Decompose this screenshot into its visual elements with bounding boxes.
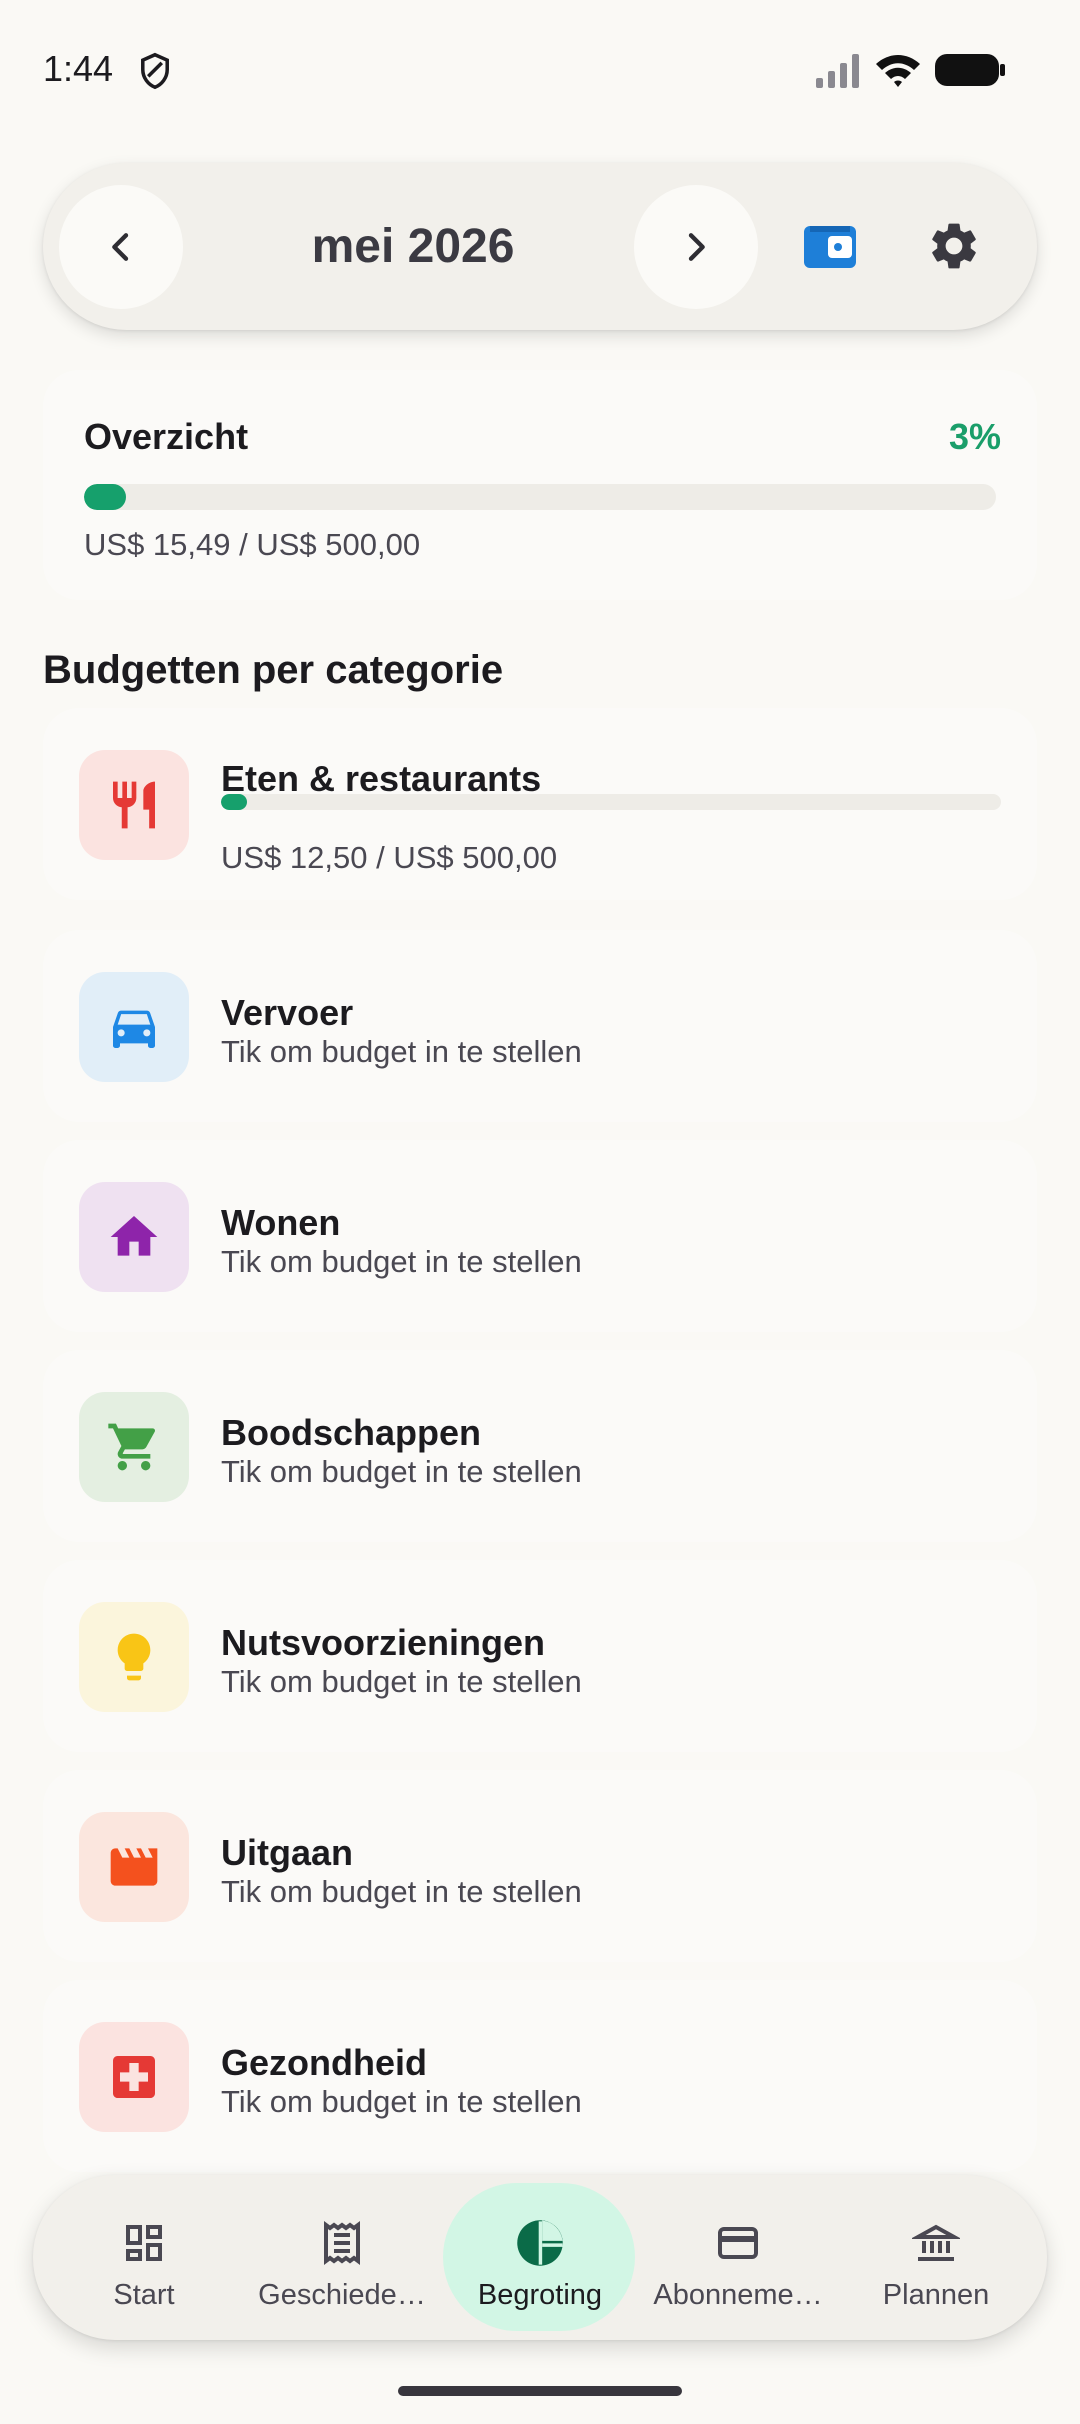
chevron-right-icon [688, 233, 705, 261]
overview-card[interactable]: Overzicht 3% US$ 15,49 / US$ 500,00 [43, 370, 1037, 600]
shield-icon [141, 52, 169, 90]
nav-label: Begroting [477, 2279, 603, 2311]
medical-cross-icon [113, 2056, 155, 2098]
category-name: Wonen [221, 1202, 341, 1243]
nav-label: Geschiede… [258, 2279, 426, 2311]
pie-chart-icon [514, 2217, 566, 2269]
category-subtitle: Tik om budget in te stellen [221, 2084, 582, 2119]
wifi-icon [876, 55, 920, 87]
overview-percent: 3% [948, 416, 1001, 457]
category-subtitle: Tik om budget in te stellen [221, 1454, 582, 1489]
previous-month-button[interactable] [59, 185, 183, 309]
nav-item-budget[interactable]: Begroting [441, 2175, 639, 2340]
category-item-groceries[interactable]: Boodschappen Tik om budget in te stellen [43, 1350, 1037, 1542]
category-item-housing[interactable]: Wonen Tik om budget in te stellen [43, 1140, 1037, 1332]
wallet-button[interactable] [785, 201, 875, 291]
category-icon-box [79, 1182, 189, 1292]
wallet-icon [804, 226, 856, 268]
category-subtitle: Tik om budget in te stellen [221, 1034, 582, 1069]
overview-title: Overzicht [84, 416, 249, 457]
overview-amount: US$ 15,49 / US$ 500,00 [84, 527, 421, 562]
category-name: Boodschappen [221, 1412, 482, 1453]
chevron-left-icon [112, 233, 129, 261]
month-selector-bar: mei 2026 [43, 163, 1037, 330]
credit-card-icon [712, 2217, 764, 2269]
month-title: mei 2026 [311, 220, 515, 273]
nav-label: Plannen [882, 2279, 990, 2311]
battery-icon [935, 54, 1005, 86]
overview-progress-fill [84, 484, 126, 510]
bank-icon [910, 2217, 962, 2269]
nav-item-history[interactable]: Geschiede… [243, 2175, 441, 2340]
category-name: Nutsvoorzieningen [221, 1622, 546, 1663]
category-icon-box [79, 1602, 189, 1712]
bottom-navigation: Start Geschiede… Begroting Abonneme… Pla… [33, 2175, 1047, 2340]
section-title: Budgetten per categorie [43, 648, 504, 692]
nav-item-subscriptions[interactable]: Abonneme… [639, 2175, 837, 2340]
home-indicator[interactable] [398, 2386, 682, 2396]
category-item-health[interactable]: Gezondheid Tik om budget in te stellen [43, 1980, 1037, 2172]
clapperboard-icon [110, 1848, 158, 1886]
receipt-icon [316, 2217, 368, 2269]
category-item-entertainment[interactable]: Uitgaan Tik om budget in te stellen [43, 1770, 1037, 1962]
category-amount: US$ 12,50 / US$ 500,00 [221, 840, 558, 875]
home-icon [110, 1216, 158, 1256]
nav-label: Abonneme… [653, 2279, 823, 2311]
utensils-icon [113, 781, 155, 829]
nav-item-plans[interactable]: Plannen [837, 2175, 1035, 2340]
category-name: Gezondheid [221, 2042, 427, 2083]
status-time: 1:44 [43, 48, 114, 89]
category-item-transport[interactable]: Vervoer Tik om budget in te stellen [43, 930, 1037, 1122]
nav-item-start[interactable]: Start [45, 2175, 243, 2340]
category-icon-box [79, 972, 189, 1082]
category-icon-box [79, 2022, 189, 2132]
overview-progress-bar [84, 484, 996, 510]
settings-button[interactable] [909, 201, 999, 291]
lightbulb-icon [117, 1633, 151, 1681]
category-subtitle: Tik om budget in te stellen [221, 1664, 582, 1699]
category-name: Vervoer [221, 992, 354, 1033]
category-progress-fill [221, 794, 247, 810]
category-item-food[interactable]: Eten & restaurants US$ 12,50 / US$ 500,0… [43, 708, 1037, 900]
gear-icon [932, 223, 976, 269]
cart-icon [108, 1423, 156, 1471]
category-icon-box [79, 1392, 189, 1502]
category-item-utilities[interactable]: Nutsvoorzieningen Tik om budget in te st… [43, 1560, 1037, 1752]
category-name: Uitgaan [221, 1832, 354, 1873]
dashboard-icon [118, 2217, 170, 2269]
category-progress-bar [221, 794, 1001, 810]
nav-label: Start [113, 2279, 175, 2311]
status-bar: 1:44 [0, 0, 1080, 140]
signal-icon [816, 54, 859, 88]
category-icon-box [79, 750, 189, 860]
next-month-button[interactable] [634, 185, 758, 309]
category-subtitle: Tik om budget in te stellen [221, 1874, 582, 1909]
car-icon [113, 1010, 155, 1048]
category-subtitle: Tik om budget in te stellen [221, 1244, 582, 1279]
category-icon-box [79, 1812, 189, 1922]
